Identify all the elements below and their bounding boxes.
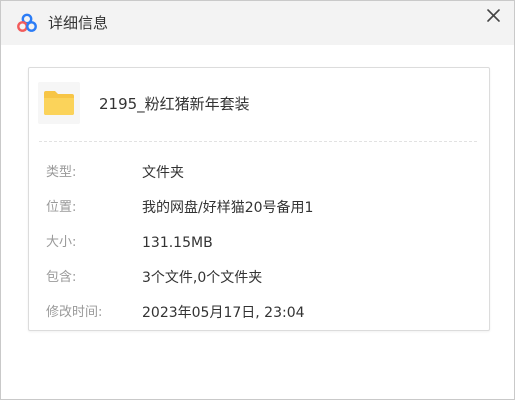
size-label: 大小: [46,235,77,250]
file-name: 2195_粉红猪新年套装 [99,95,250,113]
app-logo-icon [16,12,38,34]
title-bar[interactable]: 详细信息 [1,1,514,45]
details-dialog: 详细信息 2195_粉红猪新年套装 类型: 文件夹 位置: 我的网盘/好样猫20… [0,0,515,400]
folder-thumbnail [38,82,80,124]
contains-value: 3个文件,0个文件夹 [142,270,263,286]
location-label: 位置: [46,200,77,215]
property-row-type: 类型: 文件夹 [29,163,489,183]
dialog-title: 详细信息 [48,14,109,32]
close-icon [487,9,500,22]
property-row-modified: 修改时间: 2023年05月17日, 23:04 [29,303,489,323]
contains-label: 包含: [46,270,77,285]
size-value: 131.15MB [142,235,213,251]
close-button[interactable] [483,5,505,27]
type-value: 文件夹 [142,165,184,181]
folder-icon [44,91,74,115]
property-row-size: 大小: 131.15MB [29,233,489,253]
location-value[interactable]: 我的网盘/好样猫20号备用1 [142,198,313,218]
divider [39,141,477,142]
property-row-location: 位置: 我的网盘/好样猫20号备用1 [29,198,489,218]
type-label: 类型: [46,165,77,180]
property-row-contains: 包含: 3个文件,0个文件夹 [29,268,489,288]
details-card: 2195_粉红猪新年套装 类型: 文件夹 位置: 我的网盘/好样猫20号备用1 … [28,67,490,331]
modified-time-label: 修改时间: [46,305,103,320]
modified-time-value: 2023年05月17日, 23:04 [142,305,305,321]
